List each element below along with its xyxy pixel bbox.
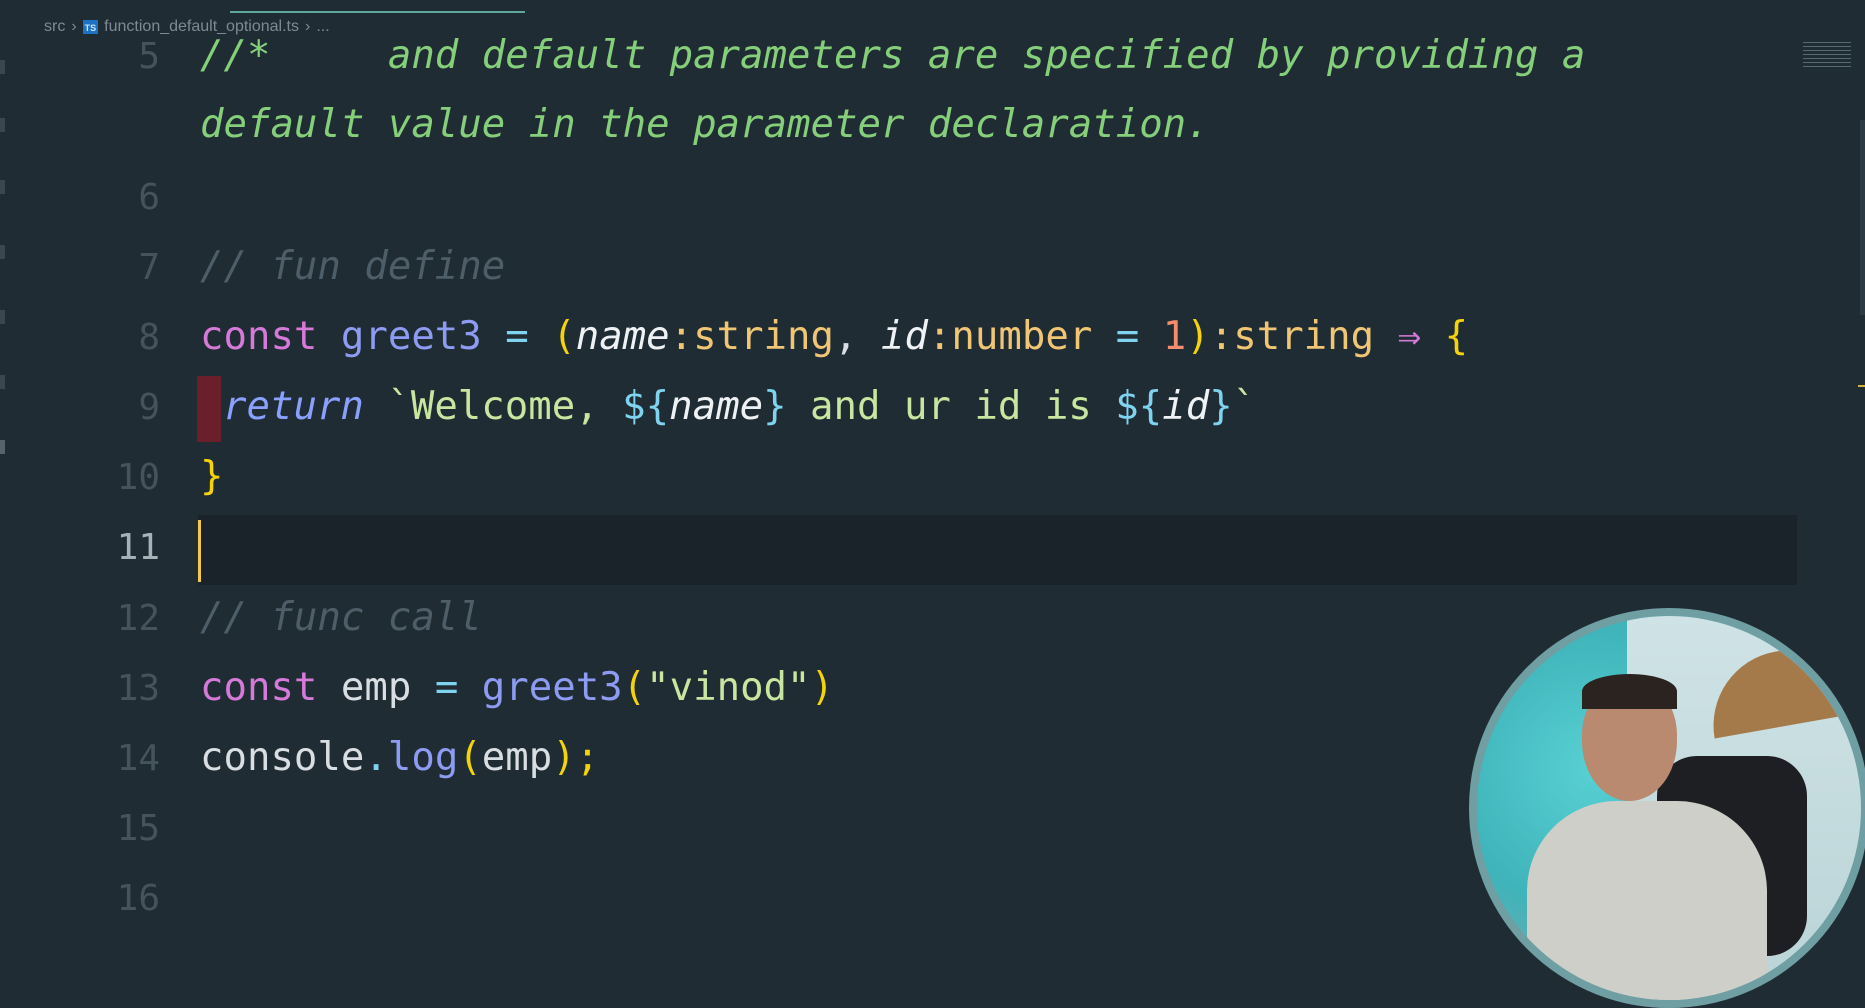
code-token: ⇒ (1374, 314, 1445, 359)
brace: } (200, 454, 224, 499)
active-tab-indicator (230, 11, 525, 13)
text-cursor (198, 520, 201, 582)
code-token: ) (810, 665, 835, 710)
line-number: 10 (116, 457, 160, 498)
code-token: . (364, 735, 388, 780)
testing-icon[interactable] (0, 440, 5, 454)
code-line-8[interactable]: const greet3 = (name:string, id:number =… (200, 314, 1468, 359)
code-line-13[interactable]: const emp = greet3("vinod") (200, 665, 834, 710)
code-token: return (223, 384, 364, 429)
search-icon[interactable] (0, 118, 5, 132)
code-line-7[interactable]: // fun define (200, 244, 505, 289)
code-token: , (834, 314, 881, 359)
code-token: } (763, 384, 787, 429)
code-token: 1 (1162, 314, 1187, 359)
code-token: :number (927, 314, 1093, 359)
presenter-webcam (1469, 608, 1865, 1008)
code-token: ( (552, 314, 576, 359)
code-token: id (1162, 384, 1210, 429)
line-number: 14 (116, 738, 160, 779)
vertical-scrollbar[interactable] (1860, 120, 1865, 315)
code-line-12[interactable]: // func call (200, 595, 482, 640)
code-token: const (200, 665, 318, 710)
code-token: :string (1209, 314, 1375, 359)
line-number: 5 (138, 36, 160, 77)
code-token: ${ (622, 384, 670, 429)
code-token: ${ (1115, 384, 1163, 429)
line-number: 8 (138, 317, 160, 358)
line-number: 9 (138, 387, 160, 428)
scrollbar-cursor-marker (1858, 385, 1865, 387)
chevron-right-icon: › (71, 18, 77, 35)
line-number: 13 (116, 668, 160, 709)
code-token: emp (481, 735, 553, 780)
code-line-9[interactable]: return `Welcome, ${name} and ur id is ${… (223, 384, 1256, 429)
code-token: } (1209, 384, 1233, 429)
code-token: `Welcome, (363, 384, 623, 429)
code-token: { (1444, 314, 1469, 359)
code-token: ( (622, 665, 647, 710)
comment: default value in the parameter declarati… (200, 102, 1210, 147)
current-line-highlight (198, 515, 1797, 585)
code-token: console (200, 735, 365, 780)
code-token: emp (317, 665, 435, 710)
breadcrumb-folder[interactable]: src (44, 18, 65, 36)
code-token: id (880, 314, 928, 359)
code-token: name (669, 384, 764, 429)
code-token: = (434, 665, 459, 710)
comment: // func call (200, 595, 482, 640)
code-token: and ur id is (786, 384, 1116, 429)
typescript-file-icon: TS (82, 20, 99, 34)
line-number: 11 (116, 527, 160, 568)
code-token: ); (552, 735, 600, 780)
line-number: 12 (116, 598, 160, 639)
code-token: log (387, 735, 459, 780)
minimap[interactable] (1803, 42, 1851, 68)
code-token: ( (458, 735, 482, 780)
code-token: greet3 (481, 665, 623, 710)
line-number: 7 (138, 247, 160, 288)
code-line-5-wrap[interactable]: default value in the parameter declarati… (200, 102, 1210, 147)
breakpoint-marker[interactable] (197, 376, 221, 442)
code-token: :string (669, 314, 835, 359)
code-line-14[interactable]: console.log(emp); (200, 735, 599, 780)
code-token: greet3 (340, 314, 482, 359)
code-token: name (575, 314, 670, 359)
code-token: = (1092, 314, 1163, 359)
code-token: const (200, 314, 318, 359)
comment: //* and default parameters are specified… (200, 33, 1586, 78)
line-number: 15 (116, 808, 160, 849)
code-line-5[interactable]: //* and default parameters are specified… (200, 33, 1585, 78)
line-number: 6 (138, 177, 160, 218)
code-token: ` (1232, 384, 1257, 429)
comment: // fun define (200, 244, 506, 289)
code-token: = (481, 314, 553, 359)
code-token: "vinod" (646, 665, 811, 710)
code-line-10[interactable]: } (200, 454, 223, 499)
code-token: ) (1186, 314, 1210, 359)
